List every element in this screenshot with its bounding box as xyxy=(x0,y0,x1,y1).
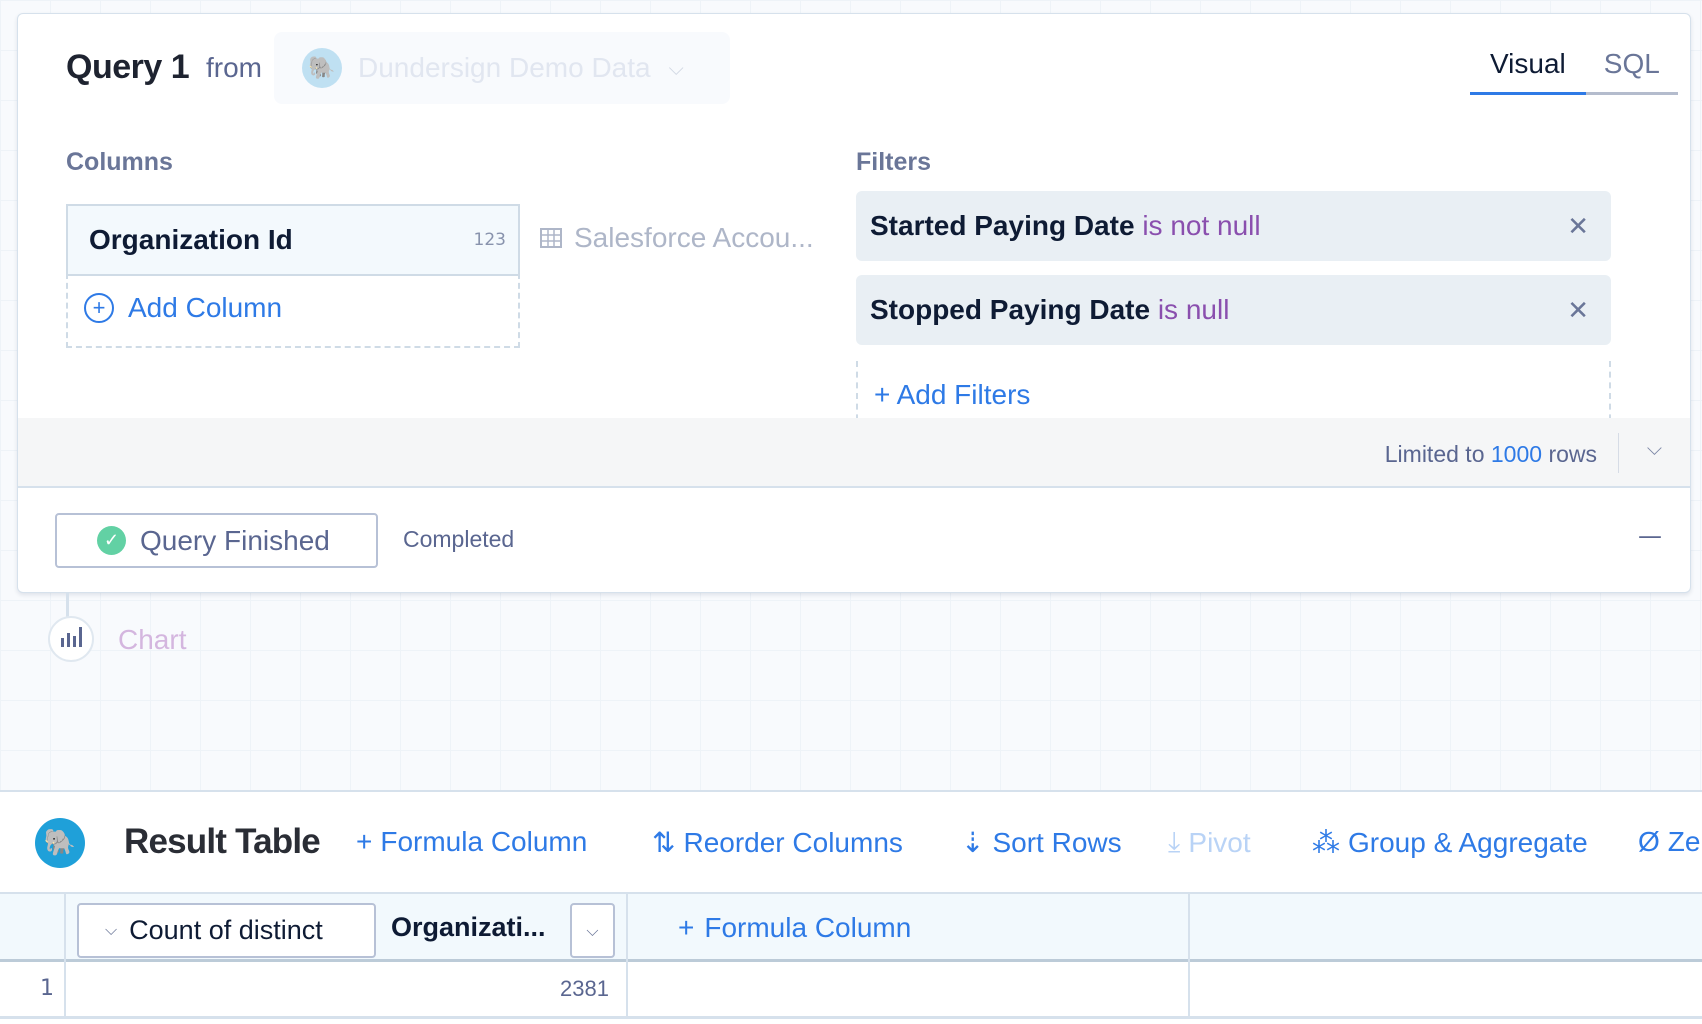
sort-icon: ⇣ xyxy=(961,827,985,858)
result-title: Result Table xyxy=(124,822,321,861)
reorder-columns-button[interactable]: ⇅ Reorder Columns xyxy=(652,826,903,859)
toolbar-label: Group & Aggregate xyxy=(1348,826,1588,858)
close-icon[interactable]: ✕ xyxy=(1567,211,1589,242)
limit-suffix: rows xyxy=(1548,441,1597,467)
query-title: Query 1 xyxy=(66,48,190,86)
database-selector[interactable]: 🐘 Dundersign Demo Data ⌵ xyxy=(274,32,730,104)
add-column-button[interactable]: + Add Column xyxy=(84,292,282,324)
pivot-icon: ⤓ xyxy=(1168,826,1181,857)
query-status-button[interactable]: ✓ Query Finished xyxy=(55,513,378,568)
source-table[interactable]: Salesforce Accou... xyxy=(540,222,814,254)
sort-rows-button[interactable]: ⇣ Sort Rows xyxy=(961,826,1122,859)
table-row: 1 2381 xyxy=(0,962,1702,1019)
aggregation-select[interactable]: ⌵ Count of distinct xyxy=(77,903,376,958)
add-formula-column-button[interactable]: + Formula Column xyxy=(678,912,911,944)
table-cell[interactable]: 2381 xyxy=(560,976,609,1002)
result-panel: 🐘 Result Table + Formula Column ⇅ Reorder … xyxy=(0,790,1702,1024)
numeric-type-badge: 123 xyxy=(473,230,506,250)
chart-step-label[interactable]: Chart xyxy=(118,624,186,656)
toolbar-label: Formula Column xyxy=(380,826,588,857)
database-name: Dundersign Demo Data xyxy=(358,52,651,83)
tab-sql[interactable]: SQL xyxy=(1585,48,1678,95)
plus-circle-icon: + xyxy=(84,293,114,323)
plus-icon: + xyxy=(356,826,373,857)
collapse-button[interactable]: — xyxy=(1638,522,1662,550)
divider xyxy=(626,962,628,1019)
formula-column-button[interactable]: + Formula Column xyxy=(356,826,587,858)
query-card: Query 1 from 🐘 Dundersign Demo Data ⌵ Vi… xyxy=(17,13,1691,593)
source-table-name: Salesforce Accou... xyxy=(574,222,814,253)
columns-heading: Columns xyxy=(66,148,173,176)
plus-icon: + xyxy=(678,912,695,943)
toolbar-label: Reorder Columns xyxy=(683,826,903,858)
filter-item[interactable]: Started Paying Date is not null ✕ xyxy=(856,191,1611,261)
close-icon[interactable]: ✕ xyxy=(1567,295,1589,326)
aggregation-label: Count of distinct xyxy=(129,915,323,945)
divider xyxy=(1618,433,1619,473)
table-header: ⌵ Count of distinct Organizati... ⌵ + For… xyxy=(0,892,1702,964)
column-menu-button[interactable]: ⌵ xyxy=(570,903,615,958)
filter-field: Started Paying Date xyxy=(870,210,1135,241)
mode-tabs: Visual SQL xyxy=(1470,48,1678,95)
limit-bar: Limited to 1000 rows ⌵ xyxy=(18,418,1690,488)
result-toolbar: 🐘 Result Table + Formula Column ⇅ Reorder … xyxy=(0,792,1702,892)
limit-prefix: Limited to xyxy=(1384,441,1485,467)
chevron-down-icon: ⌵ xyxy=(105,921,118,939)
check-circle-icon: ✓ xyxy=(97,526,126,555)
row-index: 1 xyxy=(40,976,54,1001)
bar-chart-icon[interactable] xyxy=(48,616,94,662)
null-icon: Ø xyxy=(1638,826,1660,857)
toolbar-label: Pivot xyxy=(1188,826,1251,858)
from-label: from xyxy=(206,52,262,83)
add-formula-label: Formula Column xyxy=(704,912,912,943)
postgres-elephant-icon: 🐘 xyxy=(35,818,85,868)
limit-value: 1000 xyxy=(1490,441,1543,467)
toolbar-label: Ze xyxy=(1667,826,1701,857)
group-icon: ⁂ xyxy=(1312,827,1340,858)
group-aggregate-button[interactable]: ⁂ Group & Aggregate xyxy=(1312,826,1588,859)
add-column-label: Add Column xyxy=(128,292,283,323)
toolbar-label: Sort Rows xyxy=(992,826,1122,858)
chevron-down-icon: ⌵ xyxy=(586,920,599,940)
status-text: Completed xyxy=(403,526,515,552)
chevron-down-icon: ⌵ xyxy=(668,56,684,80)
zero-button[interactable]: Ø Ze xyxy=(1638,826,1700,858)
filters-heading: Filters xyxy=(856,148,932,176)
pivot-button[interactable]: ⤓ Pivot xyxy=(1168,826,1251,859)
divider xyxy=(626,894,628,964)
column-name: Organization Id xyxy=(89,224,293,255)
query-status-label: Query Finished xyxy=(140,524,330,556)
filter-field: Stopped Paying Date xyxy=(870,294,1151,325)
reorder-icon: ⇅ xyxy=(652,827,676,858)
column-item[interactable]: Organization Id 123 xyxy=(66,204,520,276)
filter-operator: is null xyxy=(1157,294,1230,325)
chevron-down-icon[interactable]: ⌵ xyxy=(1647,436,1662,460)
divider xyxy=(64,962,66,1019)
divider xyxy=(64,894,66,964)
divider xyxy=(1188,894,1190,964)
filter-item[interactable]: Stopped Paying Date is null ✕ xyxy=(856,275,1611,345)
row-limit[interactable]: Limited to 1000 rows xyxy=(1385,441,1597,468)
column-header-name: Organizati... xyxy=(391,912,546,942)
tab-visual[interactable]: Visual xyxy=(1470,48,1586,95)
divider xyxy=(1188,962,1190,1019)
table-icon xyxy=(540,228,562,248)
filter-operator: is not null xyxy=(1142,210,1261,241)
postgres-elephant-icon: 🐘 xyxy=(302,48,342,88)
